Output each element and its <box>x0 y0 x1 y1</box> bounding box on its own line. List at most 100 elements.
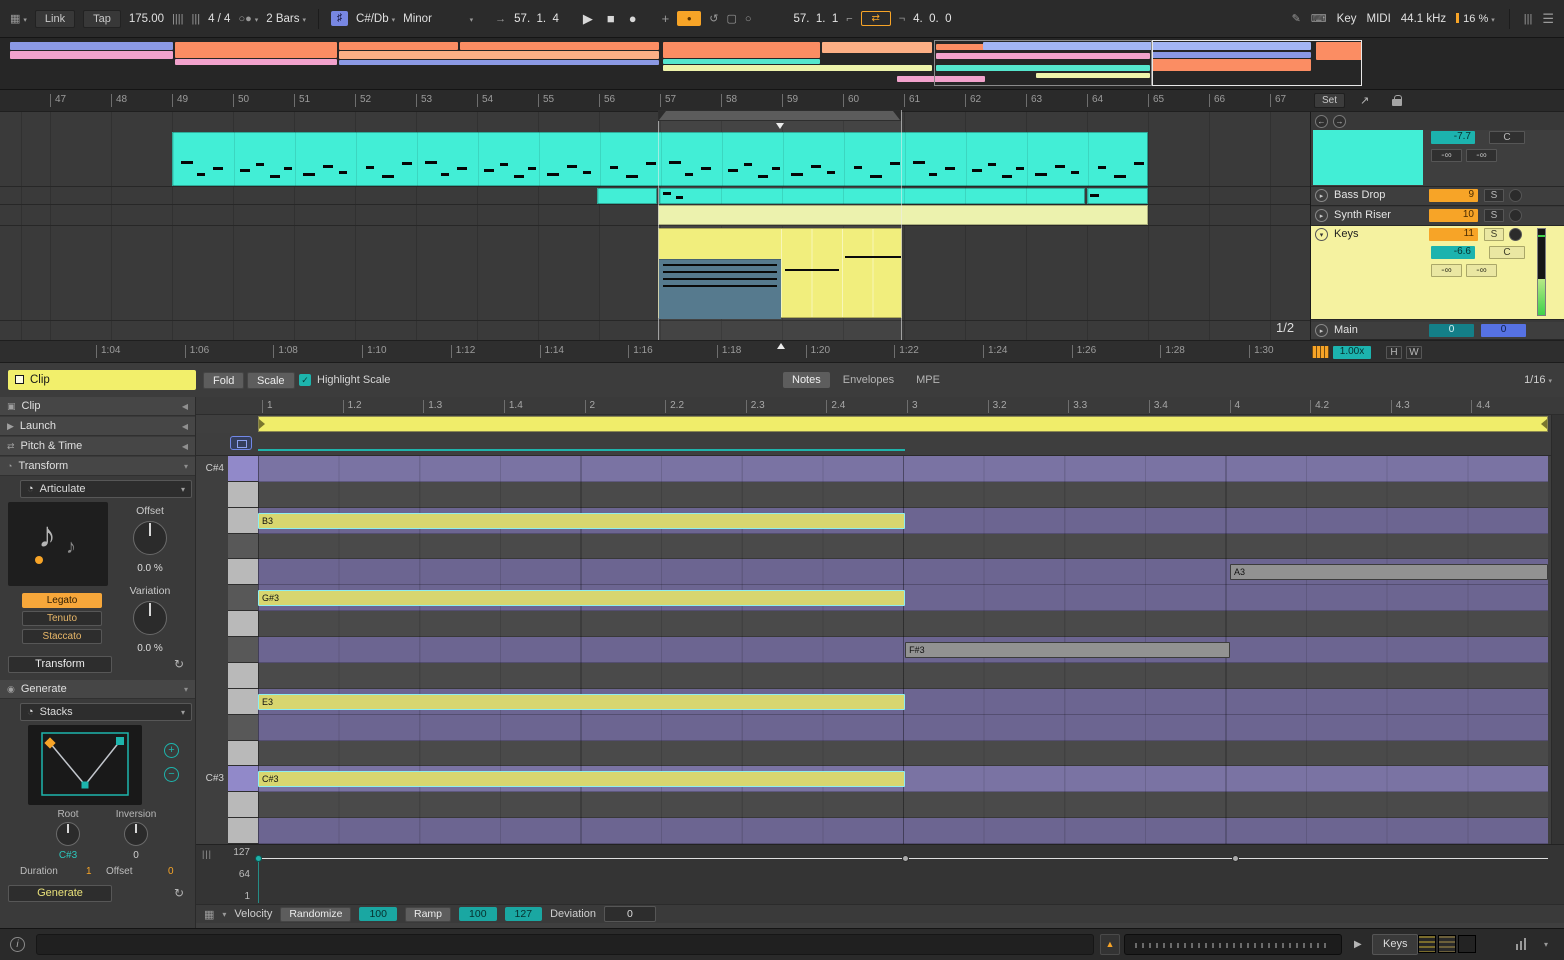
velocity-lane[interactable]: ||| 127 64 1 <box>196 844 1564 904</box>
piano-key-G3[interactable] <box>228 611 258 637</box>
volume-value[interactable]: -6.6 <box>1431 246 1475 259</box>
note-row-F3[interactable] <box>258 663 1548 689</box>
piano-key-C#4[interactable] <box>228 456 258 482</box>
piano-key-B3[interactable] <box>228 508 258 534</box>
scrub-area[interactable] <box>196 433 1564 456</box>
arrangement-track-area[interactable] <box>0 112 1310 340</box>
arm-button[interactable] <box>1509 209 1522 222</box>
pan-value[interactable]: C <box>1489 131 1525 144</box>
set-locator-button[interactable]: Set <box>1314 93 1345 108</box>
add-voice-button[interactable]: + <box>164 743 179 758</box>
midi-map-button[interactable]: MIDI <box>1367 13 1391 25</box>
clip-bass-drop[interactable] <box>597 188 657 204</box>
tab-envelopes[interactable]: Envelopes <box>834 372 903 388</box>
pan-value[interactable]: 0 <box>1481 324 1526 337</box>
preview-play-icon[interactable]: ▶ <box>1354 939 1362 950</box>
computer-midi-keyboard-icon[interactable]: ⌨ <box>1311 12 1327 25</box>
transform-button[interactable]: Transform <box>8 656 112 673</box>
deviation-value[interactable]: 0 <box>604 906 656 922</box>
midi-note-G#3[interactable]: G#3 <box>258 590 905 606</box>
solo-button[interactable]: S <box>1484 189 1504 202</box>
next-locator-button[interactable]: → <box>1333 115 1346 128</box>
piano-key-D#3[interactable] <box>228 715 258 741</box>
key-map-button[interactable]: Key <box>1337 13 1357 25</box>
send-b-value[interactable]: -∞ <box>1466 264 1497 277</box>
offset-value-2[interactable]: 0 <box>168 866 174 877</box>
piano-key-B2[interactable] <box>228 818 258 844</box>
root-knob[interactable] <box>56 822 80 846</box>
section-transform[interactable]: ◔ Transform ▾ <box>0 457 195 476</box>
midi-channel-box[interactable]: 10 <box>1429 209 1478 222</box>
menu-icon[interactable]: ☰ <box>1542 11 1554 27</box>
time-signature-value[interactable]: 4 / 4 <box>208 13 230 25</box>
expand-icon[interactable]: ▾ <box>184 462 188 471</box>
track-header-synth-riser[interactable]: ▸ Synth Riser 10 S <box>1311 207 1564 226</box>
clip-region-chip[interactable] <box>230 436 252 450</box>
note-row-C#4[interactable] <box>258 456 1548 482</box>
lane-select-caret[interactable]: ▾ <box>222 910 226 919</box>
plus-button[interactable]: + <box>662 11 670 26</box>
legato-button[interactable]: Legato <box>22 593 102 608</box>
vertical-scrollbar[interactable] <box>1551 415 1564 845</box>
midi-note-A3[interactable]: A3 <box>1230 564 1548 580</box>
refresh-icon[interactable]: ↻ <box>170 885 188 902</box>
track-fold-icon[interactable]: ▾ <box>1315 228 1328 241</box>
piano-key-F3[interactable] <box>228 663 258 689</box>
ramp-from-value[interactable]: 100 <box>459 907 497 921</box>
cpu-meter[interactable]: 16 %▾ <box>1456 13 1495 25</box>
back-to-arrangement-icon[interactable]: ○ <box>745 13 752 25</box>
expand-caret-icon[interactable]: ▾ <box>1544 940 1548 949</box>
arrangement-position-display[interactable]: 57. 1. 4 <box>514 13 559 25</box>
overview-view-outline[interactable] <box>1152 40 1362 86</box>
midi-note-E3[interactable]: E3 <box>258 694 905 710</box>
note-row-G3[interactable] <box>258 611 1548 637</box>
duration-value[interactable]: 1 <box>86 866 92 877</box>
track-header-bass-drop[interactable]: ▸ Bass Drop 9 S <box>1311 187 1564 206</box>
randomize-amount[interactable]: 100 <box>359 907 397 921</box>
piano-key-G#3[interactable] <box>228 585 258 611</box>
piano-key-C#3[interactable] <box>228 766 258 792</box>
piano-keys-column[interactable] <box>228 456 258 845</box>
randomize-button[interactable]: Randomize <box>280 907 351 922</box>
remove-voice-button[interactable]: − <box>164 767 179 782</box>
velocity-marker[interactable] <box>902 855 909 862</box>
prev-locator-button[interactable]: ← <box>1315 115 1328 128</box>
highlight-scale-checkbox[interactable]: ✓ <box>299 374 311 386</box>
clip-title-tab[interactable]: Clip <box>8 370 196 390</box>
staccato-button[interactable]: Staccato <box>22 629 102 644</box>
tenuto-button[interactable]: Tenuto <box>22 611 102 626</box>
clip-thumbnail[interactable] <box>1438 935 1456 953</box>
follow-button[interactable]: → <box>495 13 506 25</box>
track-unfold-icon[interactable]: ▸ <box>1315 209 1328 222</box>
stop-button[interactable]: ■ <box>607 11 615 26</box>
clip-thumbnail[interactable] <box>1418 935 1436 953</box>
inversion-knob[interactable] <box>124 822 148 846</box>
offset-value[interactable]: 0.0 % <box>108 563 192 574</box>
loop-start-display[interactable]: 57. 1. 1 <box>794 13 839 25</box>
play-button[interactable]: ▶ <box>583 11 593 27</box>
draw-mode-icon[interactable]: ✎ <box>1292 12 1301 25</box>
tempo-value[interactable]: 175.00 <box>129 13 164 25</box>
zoom-scroll-bar[interactable] <box>1124 934 1342 955</box>
midi-note-C#3[interactable]: C#3 <box>258 771 905 787</box>
midi-channel-box[interactable]: 11 <box>1429 228 1478 241</box>
keys-track-button[interactable]: Keys <box>1372 934 1418 955</box>
beat-time-ruler[interactable]: Set ↗ 4748495051525354555657585960616263… <box>0 90 1564 112</box>
expand-icon[interactable]: ▾ <box>184 685 188 694</box>
stacks-graph[interactable] <box>28 725 142 805</box>
record-button[interactable]: ● <box>629 11 637 26</box>
midi-channel-box[interactable]: 9 <box>1429 189 1478 202</box>
piano-key-D3[interactable] <box>228 741 258 767</box>
midi-note-F#3[interactable]: F#3 <box>905 642 1230 658</box>
offset-knob[interactable] <box>133 521 167 555</box>
punch-out-icon[interactable]: ¬ <box>899 13 905 25</box>
send-a-value[interactable]: -∞ <box>1431 264 1462 277</box>
meter-bars-icon[interactable] <box>1516 938 1528 950</box>
volume-value[interactable]: 0 <box>1429 324 1474 337</box>
tab-mpe[interactable]: MPE <box>907 372 949 388</box>
lock-envelopes-icon[interactable] <box>1392 99 1402 106</box>
note-row-F#3[interactable] <box>258 637 1548 663</box>
link-button[interactable]: Link <box>35 10 75 28</box>
clip-synth-riser[interactable] <box>658 205 1148 225</box>
note-row-B2[interactable] <box>258 818 1548 844</box>
